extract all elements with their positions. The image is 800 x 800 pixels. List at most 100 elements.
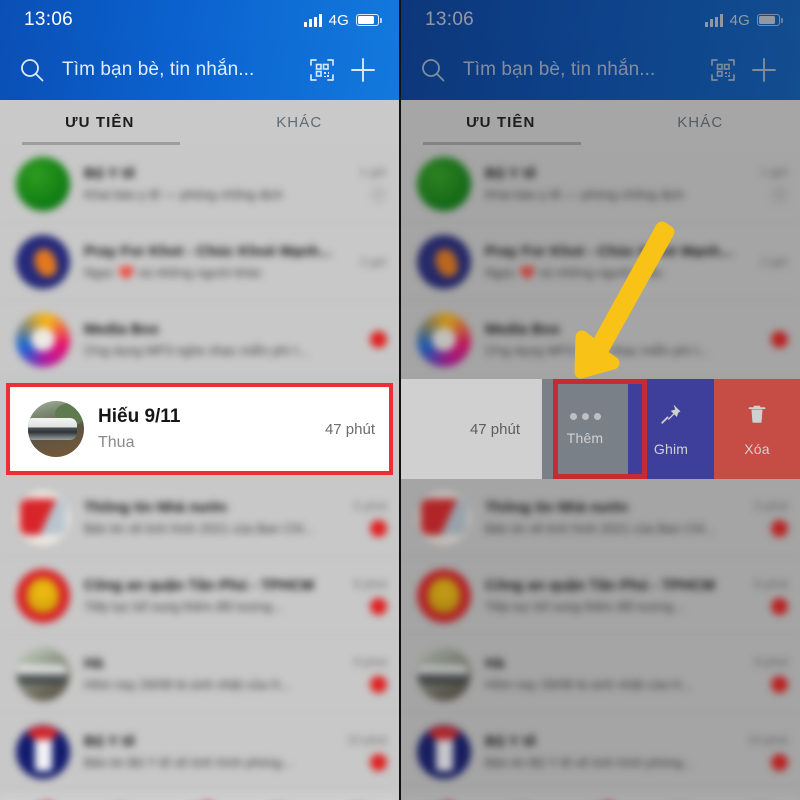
search-input[interactable]: Tìm bạn bè, tin nhắn... <box>455 59 702 81</box>
chat-title: Bộ Y tế <box>84 733 136 750</box>
status-badge <box>370 675 387 693</box>
chat-preview: Bản tin về tình hình 2021 của Ban Chỉ... <box>485 521 715 536</box>
list-item[interactable]: Công an quận Tân Phú - TPHCM Tiếp tục bổ… <box>0 557 399 635</box>
chat-title: Bộ Y tế <box>84 165 136 182</box>
ellipsis-icon <box>569 412 601 420</box>
list-item[interactable]: Bộ Y tế Khai báo y tế — phòng chống dịch… <box>401 145 800 223</box>
chat-time: 2 giờ <box>359 254 387 269</box>
chat-time: 9 phút <box>754 654 788 669</box>
swipe-action-them[interactable]: Thêm <box>542 379 628 479</box>
avatar <box>417 156 471 211</box>
qr-code-icon[interactable] <box>702 57 744 83</box>
tab-khac[interactable]: KHÁC <box>601 100 800 145</box>
search-input[interactable]: Tìm bạn bè, tin nhắn... <box>54 59 301 81</box>
network-label: 4G <box>729 11 750 29</box>
chat-time: 5 phút <box>754 498 788 513</box>
chat-preview: Ngọc ❤️ và những người khác <box>84 264 262 280</box>
chat-time: 47 phút <box>469 420 520 438</box>
list-item[interactable]: Bộ Y tế Bản tin Bộ Y tế về tình hình phò… <box>0 713 399 791</box>
swipe-action-label: Ghim <box>653 440 689 457</box>
chat-title: Pray For Khot - Chúc Khoẻ Mạnh... <box>485 242 733 260</box>
status-time: 13:06 <box>425 9 475 30</box>
search-header-left: Tìm bạn bè, tin nhắn... <box>0 40 399 100</box>
list-item[interactable]: Công an quận Tân Phú - TPHCM Tiếp tục bổ… <box>401 557 800 635</box>
avatar <box>417 490 471 545</box>
avatar <box>16 156 70 211</box>
swiped-chat-remainder[interactable]: 47 phút <box>401 379 542 479</box>
search-header-right: Tìm bạn bè, tin nhắn... <box>401 40 800 100</box>
chat-time: 2 giờ <box>760 254 788 269</box>
chat-preview: Hôm nay 29/08 là sinh nhật của H... <box>84 677 291 692</box>
avatar <box>16 490 70 545</box>
chat-title: Hiếu 9/11 <box>98 406 181 427</box>
chat-preview: Khai báo y tế — phòng chống dịch <box>84 187 283 202</box>
chat-title: Hà <box>84 655 104 672</box>
chat-time: 47 phút <box>324 420 375 438</box>
list-item[interactable]: Thông tin Nhà nước Bản tin về tình hình … <box>401 479 800 557</box>
status-badge <box>771 185 788 203</box>
chat-list-top-left: Bộ Y tế Khai báo y tế — phòng chống dịch… <box>0 145 399 379</box>
status-badge <box>771 675 788 693</box>
tab-khac[interactable]: KHÁC <box>200 100 400 145</box>
chat-preview: Bản tin Bộ Y tế về tình hình phòng... <box>84 755 293 770</box>
pin-icon <box>659 402 683 431</box>
chat-title: Bộ Y tế <box>485 165 537 182</box>
list-item[interactable]: Media Box Ứng dụng MP3 nghe nhạc miễn ph… <box>401 301 800 379</box>
chat-time: 1 giờ <box>760 164 788 179</box>
status-bar-left: 13:06 4G <box>0 0 399 40</box>
list-item[interactable]: Thông tin Nhà nước Bản tin về tình hình … <box>0 479 399 557</box>
chat-preview: Ngọc ❤️ và những người khác <box>485 264 663 280</box>
chat-preview: Ứng dụng MP3 nghe nhạc miễn phí t... <box>485 343 710 358</box>
chat-time: 5 phút <box>353 498 387 513</box>
tab-bar-left: ƯU TIÊN KHÁC <box>0 100 399 145</box>
network-label: 4G <box>328 11 349 29</box>
search-icon[interactable] <box>411 57 455 83</box>
list-item[interactable]: Hà Hôm nay 29/08 là sinh nhật của H... 9… <box>401 635 800 713</box>
status-badge <box>771 597 788 615</box>
list-item[interactable]: Pray For Khot - Chúc Khoẻ Mạnh... Ngọc ❤… <box>401 223 800 301</box>
avatar <box>16 312 70 367</box>
plus-icon[interactable] <box>343 55 383 85</box>
trash-icon <box>745 402 769 431</box>
status-badge <box>370 331 387 348</box>
chat-preview: Tiếp tục bổ sung thêm đối tượng... <box>485 599 684 614</box>
chat-time: 9 phút <box>353 654 387 669</box>
chat-title: Pray For Khot - Chúc Khoẻ Mạnh... <box>84 242 332 260</box>
swipe-action-ghim[interactable]: Ghim <box>628 379 714 479</box>
tab-uu-tien[interactable]: ƯU TIÊN <box>401 100 601 145</box>
swipe-action-xoa[interactable]: Xóa <box>714 379 800 479</box>
qr-code-icon[interactable] <box>301 57 343 83</box>
status-bar-right: 13:06 4G <box>401 0 800 40</box>
swipe-action-label: Thêm <box>566 429 604 446</box>
chat-preview: Tiếp tục bổ sung thêm đối tượng... <box>84 599 283 614</box>
list-item[interactable]: Media Box Ứng dụng MP3 nghe nhạc miễn ph… <box>0 301 399 379</box>
list-item-selected[interactable]: Hiếu 9/11 Thua 47 phút <box>6 383 393 475</box>
swipe-action-row: 47 phút Thêm Ghim Xóa <box>401 379 800 479</box>
chat-title: Công an quận Tân Phú - TPHCM <box>485 577 715 594</box>
chat-time: 1 giờ <box>359 164 387 179</box>
chat-time: 6 phút <box>353 576 387 591</box>
chat-preview: Bản tin về tình hình 2021 của Ban Chỉ... <box>84 521 314 536</box>
plus-icon[interactable] <box>744 55 784 85</box>
swipe-action-label: Xóa <box>744 440 770 457</box>
list-item[interactable]: Pray For Khot - Chúc Khoẻ Mạnh... Ngọc ❤… <box>0 223 399 301</box>
list-item[interactable]: Bộ Y tế Khai báo y tế — phòng chống dịch… <box>0 145 399 223</box>
avatar <box>417 646 471 701</box>
battery-icon <box>757 14 783 26</box>
phone-screen-left: 13:06 4G Tìm bạn bè, tin nhắn... ƯU TIÊN… <box>0 0 399 800</box>
avatar <box>28 401 84 457</box>
tab-uu-tien[interactable]: ƯU TIÊN <box>0 100 200 145</box>
chat-list-top-right: Bộ Y tế Khai báo y tế — phòng chống dịch… <box>401 145 800 379</box>
avatar <box>16 568 70 623</box>
chat-time: 10 phút <box>747 732 788 747</box>
chat-time: 6 phút <box>754 576 788 591</box>
search-icon[interactable] <box>10 57 54 83</box>
list-item[interactable]: Hà Hôm nay 29/08 là sinh nhật của H... 9… <box>0 635 399 713</box>
status-badge <box>370 597 387 615</box>
selected-chat-highlight: Hiếu 9/11 Thua 47 phút <box>0 379 399 479</box>
tab-bar-right: ƯU TIÊN KHÁC <box>401 100 800 145</box>
chat-time: 10 phút <box>346 732 387 747</box>
chat-preview: Thua <box>98 434 135 451</box>
chat-preview: Ứng dụng MP3 nghe nhạc miễn phí t... <box>84 343 309 358</box>
list-item[interactable]: Bộ Y tế Bản tin Bộ Y tế về tình hình phò… <box>401 713 800 791</box>
